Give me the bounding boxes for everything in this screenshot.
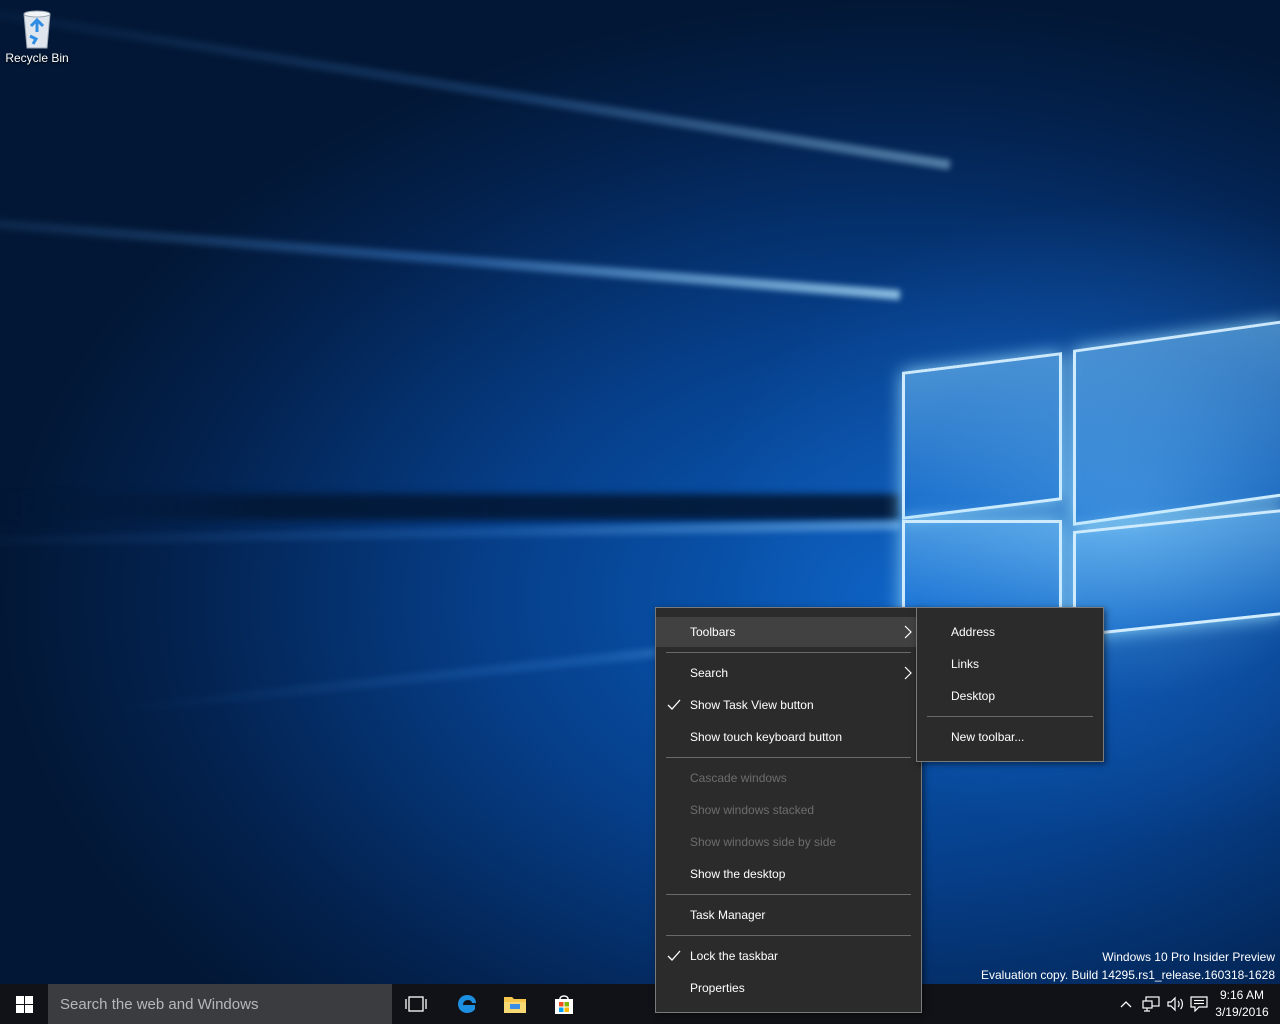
submenu-item-address[interactable]: Address <box>917 617 1103 647</box>
checkmark-icon <box>667 699 681 710</box>
menu-item-label: Properties <box>690 981 745 995</box>
store-icon <box>555 995 573 1014</box>
taskbar[interactable]: 9:16 AM 3/19/2016 <box>0 984 1280 1024</box>
menu-item-show-windows-side-by-side: Show windows side by side <box>656 827 921 857</box>
menu-item-show-touch-keyboard-button[interactable]: Show touch keyboard button <box>656 722 921 752</box>
build-watermark: Windows 10 Pro Insider Preview Evaluatio… <box>981 948 1275 984</box>
menu-item-toolbars[interactable]: Toolbars <box>656 617 921 647</box>
checkmark-icon <box>667 950 681 961</box>
menu-item-label: Show windows stacked <box>690 803 815 817</box>
volume-icon <box>1167 996 1183 1012</box>
toolbars-submenu: Address Links Desktop New toolbar... <box>916 607 1104 762</box>
submenu-item-links[interactable]: Links <box>917 649 1103 679</box>
chevron-right-icon <box>904 625 912 639</box>
wallpaper-logo-pane <box>1073 320 1280 526</box>
start-button[interactable] <box>0 984 48 1024</box>
desktop-background[interactable]: Recycle Bin Windows 10 Pro Insider Previ… <box>0 0 1280 984</box>
edge-button[interactable] <box>443 984 491 1024</box>
file-explorer-icon <box>504 997 526 1013</box>
task-view-icon <box>405 996 427 1012</box>
wallpaper-logo-pane <box>1073 508 1280 638</box>
menu-separator <box>666 652 911 653</box>
volume-button[interactable] <box>1165 994 1185 1014</box>
submenu-item-desktop[interactable]: Desktop <box>917 681 1103 711</box>
action-center-button[interactable] <box>1189 994 1209 1014</box>
menu-item-show-windows-stacked: Show windows stacked <box>656 795 921 825</box>
menu-item-cascade-windows: Cascade windows <box>656 763 921 793</box>
chevron-up-icon <box>1120 1001 1132 1008</box>
chevron-right-icon <box>904 666 912 680</box>
submenu-item-new-toolbar[interactable]: New toolbar... <box>917 722 1103 752</box>
menu-item-label: Show the desktop <box>690 867 786 881</box>
menu-item-label: Cascade windows <box>690 771 787 785</box>
menu-item-label: Lock the taskbar <box>690 949 779 963</box>
search-box[interactable] <box>48 984 392 1024</box>
edge-icon <box>458 995 476 1013</box>
watermark-edition: Windows 10 Pro Insider Preview <box>1102 950 1275 964</box>
clock-date: 3/19/2016 <box>1215 1005 1269 1019</box>
taskbar-context-menu: Toolbars Search Show Task View button Sh… <box>655 607 922 1013</box>
menu-separator <box>666 935 911 936</box>
menu-item-label: Links <box>951 657 980 671</box>
recycle-bin-label: Recycle Bin <box>5 51 69 65</box>
wallpaper-beam <box>0 0 951 170</box>
menu-item-lock-the-taskbar[interactable]: Lock the taskbar <box>656 941 921 971</box>
menu-item-label: Desktop <box>951 689 996 703</box>
menu-item-show-task-view-button[interactable]: Show Task View button <box>656 690 921 720</box>
menu-item-task-manager[interactable]: Task Manager <box>656 900 921 930</box>
file-explorer-button[interactable] <box>491 984 539 1024</box>
menu-separator <box>666 757 911 758</box>
show-hidden-icons-button[interactable] <box>1116 994 1136 1014</box>
menu-item-label: Show Task View button <box>690 698 814 712</box>
action-center-icon <box>1190 996 1208 1012</box>
menu-item-label: Show touch keyboard button <box>690 730 843 744</box>
windows-logo-icon <box>15 995 33 1013</box>
desktop-icon-recycle-bin[interactable]: Recycle Bin <box>4 6 70 74</box>
store-button[interactable] <box>540 984 588 1024</box>
menu-item-label: Toolbars <box>690 625 736 639</box>
menu-item-label: Show windows side by side <box>690 835 837 849</box>
menu-separator <box>666 894 911 895</box>
clock[interactable]: 9:16 AM 3/19/2016 <box>1210 987 1274 1021</box>
menu-item-label: Task Manager <box>690 908 766 922</box>
menu-item-search[interactable]: Search <box>656 658 921 688</box>
clock-time: 9:16 AM <box>1219 988 1265 1002</box>
wallpaper-logo-pane <box>902 352 1062 520</box>
menu-item-label: Address <box>951 625 996 639</box>
menu-item-label: Search <box>690 666 729 680</box>
recycle-bin-icon <box>23 10 51 49</box>
menu-separator <box>927 716 1093 717</box>
network-icon <box>1142 996 1160 1012</box>
watermark-build: Evaluation copy. Build 14295.rs1_release… <box>981 968 1275 982</box>
menu-item-label: New toolbar... <box>951 730 1025 744</box>
wallpaper-beam <box>0 520 901 548</box>
menu-item-properties[interactable]: Properties <box>656 973 921 1003</box>
wallpaper-shadow-band <box>0 494 900 520</box>
search-input[interactable] <box>48 984 392 1024</box>
menu-item-show-the-desktop[interactable]: Show the desktop <box>656 859 921 889</box>
network-button[interactable] <box>1141 994 1161 1014</box>
task-view-button[interactable] <box>392 984 440 1024</box>
wallpaper-beam <box>0 203 901 300</box>
